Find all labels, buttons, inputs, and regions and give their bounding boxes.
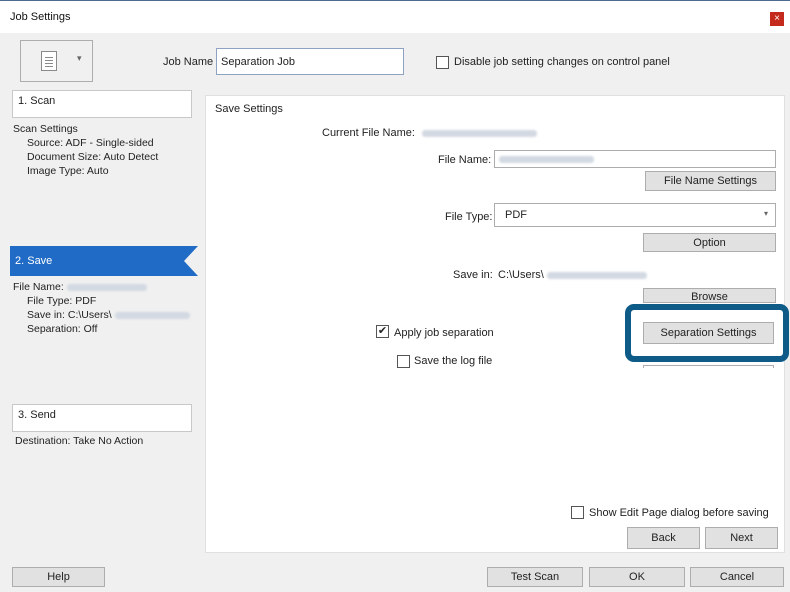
separation-settings-button[interactable]: Separation Settings xyxy=(643,322,774,344)
chevron-down-icon: ▾ xyxy=(77,53,82,63)
file-type-select[interactable]: PDF ▾ xyxy=(494,203,776,227)
job-icon-dropdown-button[interactable]: ▾ xyxy=(20,40,93,82)
back-button[interactable]: Back xyxy=(627,527,700,549)
test-scan-button[interactable]: Test Scan xyxy=(487,567,583,587)
hidden-button-edge xyxy=(643,365,774,368)
step-save-title: 2. Save xyxy=(15,255,53,267)
chevron-down-icon: ▾ xyxy=(763,209,768,218)
job-name-label: Job Name xyxy=(163,56,214,68)
show-edit-page-label: Show Edit Page dialog before saving xyxy=(589,507,769,519)
redacted-file-name-value xyxy=(499,155,594,163)
file-name-label: File Name: xyxy=(438,154,492,166)
next-button[interactable]: Next xyxy=(705,527,778,549)
file-type-label: File Type: xyxy=(445,211,493,223)
step-scan-title: 1. Scan xyxy=(18,95,56,107)
title-bar xyxy=(0,0,790,33)
disable-job-setting-checkbox[interactable] xyxy=(436,56,449,69)
save-file-name-label: File Name: xyxy=(13,281,64,293)
scan-source: Source: ADF - Single-sided xyxy=(27,137,154,149)
step-scan-tab[interactable]: 1. Scan xyxy=(12,90,192,118)
scan-image-type: Image Type: Auto xyxy=(27,165,109,177)
window-title: Job Settings xyxy=(10,11,71,23)
save-file-type: File Type: PDF xyxy=(27,295,97,307)
scan-settings-heading: Scan Settings xyxy=(13,123,78,135)
save-in-path: C:\Users\ xyxy=(498,269,647,281)
step-save-tab[interactable]: 2. Save xyxy=(10,246,198,276)
save-save-in: Save in: C:\Users\ xyxy=(27,308,190,322)
current-file-name-label: Current File Name: xyxy=(322,127,415,139)
save-in-label: Save in: xyxy=(453,269,493,281)
redacted-file-name xyxy=(66,283,147,291)
save-save-in-text: Save in: C:\Users\ xyxy=(27,309,112,321)
redacted-current-file-name xyxy=(422,130,537,137)
save-separation: Separation: Off xyxy=(27,323,98,335)
job-name-input[interactable]: Separation Job xyxy=(216,48,404,75)
step-save-notch xyxy=(184,246,198,276)
ok-button[interactable]: OK xyxy=(589,567,685,587)
browse-button[interactable]: Browse xyxy=(643,288,776,303)
step-send-title: 3. Send xyxy=(18,409,56,421)
close-icon[interactable]: × xyxy=(770,12,784,26)
disable-job-setting-label: Disable job setting changes on control p… xyxy=(454,56,670,68)
save-in-value: C:\Users\ xyxy=(498,269,544,281)
save-log-label: Save the log file xyxy=(414,355,493,367)
file-type-value: PDF xyxy=(505,209,527,221)
send-destination: Destination: Take No Action xyxy=(15,435,144,447)
file-name-settings-button[interactable]: File Name Settings xyxy=(645,171,776,191)
save-settings-heading: Save Settings xyxy=(215,103,283,115)
file-name-input[interactable] xyxy=(494,150,776,168)
scan-document-size: Document Size: Auto Detect xyxy=(27,151,159,163)
save-log-checkbox[interactable] xyxy=(397,355,410,368)
apply-job-separation-label: Apply job separation xyxy=(394,327,494,339)
save-file-name: File Name: xyxy=(13,280,147,294)
apply-job-separation-checkbox[interactable]: ✔ xyxy=(376,325,389,338)
show-edit-page-checkbox[interactable] xyxy=(571,506,584,519)
redacted-save-in-path xyxy=(546,271,647,279)
step-send-tab[interactable]: 3. Send xyxy=(12,404,192,432)
cancel-button[interactable]: Cancel xyxy=(690,567,784,587)
option-button[interactable]: Option xyxy=(643,233,776,252)
redacted-save-path xyxy=(114,311,190,319)
document-icon xyxy=(41,51,57,71)
help-button[interactable]: Help xyxy=(12,567,105,587)
